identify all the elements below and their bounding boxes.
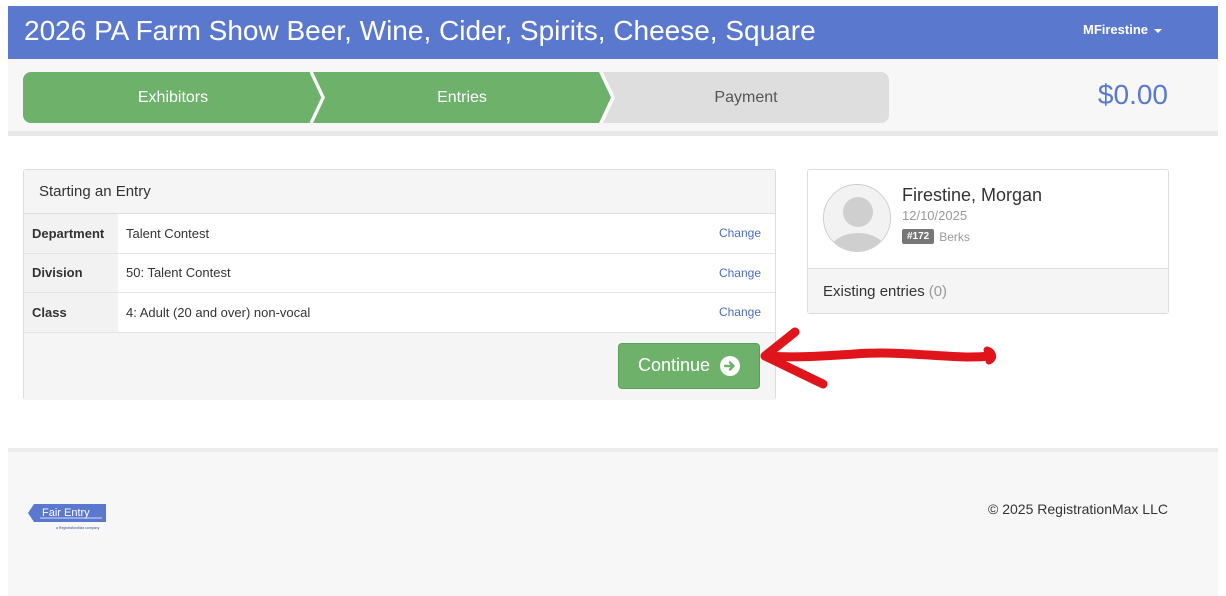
row-label: Class bbox=[24, 293, 118, 332]
step-entries[interactable]: Entries bbox=[313, 72, 611, 123]
change-department-link[interactable]: Change bbox=[719, 226, 761, 240]
exhibitor-card: Firestine, Morgan 12/10/2025 #172 Berks … bbox=[807, 169, 1169, 314]
change-division-link[interactable]: Change bbox=[719, 266, 761, 280]
existing-entries-label: Existing entries bbox=[823, 282, 925, 300]
svg-text:a RegistrationMax company: a RegistrationMax company bbox=[56, 526, 100, 530]
user-menu[interactable]: MFirestine bbox=[1083, 22, 1162, 37]
exhibitor-date: 12/10/2025 bbox=[902, 208, 968, 223]
progress-bar: Exhibitors Entries Payment $0.00 bbox=[8, 59, 1218, 136]
step-wizard: Exhibitors Entries Payment bbox=[23, 72, 889, 123]
step-exhibitors[interactable]: Exhibitors bbox=[23, 72, 323, 123]
fair-entry-logo: Fair Entry a RegistrationMax company bbox=[28, 504, 106, 530]
exhibitor-id-badge: #172 bbox=[902, 229, 935, 244]
continue-label: Continue bbox=[637, 355, 711, 375]
row-label: Division bbox=[24, 253, 118, 292]
change-class-link[interactable]: Change bbox=[719, 305, 761, 319]
row-value: 50: Talent Contest bbox=[126, 265, 231, 281]
table-row-division: Division 50: Talent Contest Change bbox=[24, 253, 775, 293]
svg-text:Fair Entry: Fair Entry bbox=[42, 507, 90, 519]
user-name: MFirestine bbox=[1082, 22, 1148, 37]
top-header: 2026 PA Farm Show Beer, Wine, Cider, Spi… bbox=[8, 6, 1218, 59]
chevron-separator-icon bbox=[309, 72, 325, 123]
caret-down-icon bbox=[1154, 28, 1162, 33]
copyright: © 2025 RegistrationMax LLC bbox=[988, 501, 1168, 517]
page: 2026 PA Farm Show Beer, Wine, Cider, Spi… bbox=[0, 0, 1226, 596]
exhibitor-meta: #172 Berks bbox=[902, 229, 970, 244]
entry-panel: Starting an Entry Department Talent Cont… bbox=[23, 169, 776, 400]
avatar bbox=[823, 184, 891, 252]
table-row-class: Class 4: Adult (20 and over) non-vocal C… bbox=[24, 293, 775, 333]
arrow-right-circle-icon bbox=[720, 355, 741, 376]
table-row-department: Department Talent Contest Change bbox=[24, 214, 775, 254]
continue-button[interactable]: Continue bbox=[618, 342, 760, 389]
panel-footer: Continue bbox=[24, 332, 775, 400]
existing-entries-link[interactable]: Existing entries (0) bbox=[808, 268, 1168, 313]
existing-entries-count: (0) bbox=[928, 282, 948, 300]
page-title: 2026 PA Farm Show Beer, Wine, Cider, Spi… bbox=[24, 15, 816, 46]
page-footer: Fair Entry a RegistrationMax company © 2… bbox=[8, 448, 1218, 596]
exhibitor-county: Berks bbox=[939, 229, 970, 244]
row-label: Department bbox=[24, 214, 118, 253]
exhibitor-name: Firestine, Morgan bbox=[902, 185, 1043, 205]
step-payment[interactable]: Payment bbox=[603, 72, 889, 123]
entry-table: Department Talent Contest Change Divisio… bbox=[24, 214, 775, 333]
red-arrow-annotation-icon bbox=[760, 327, 997, 389]
row-value: Talent Contest bbox=[126, 225, 210, 241]
row-value: 4: Adult (20 and over) non-vocal bbox=[126, 304, 311, 320]
cart-total: $0.00 bbox=[1097, 79, 1168, 110]
chevron-separator-icon bbox=[599, 72, 615, 123]
panel-heading: Starting an Entry bbox=[24, 170, 775, 214]
